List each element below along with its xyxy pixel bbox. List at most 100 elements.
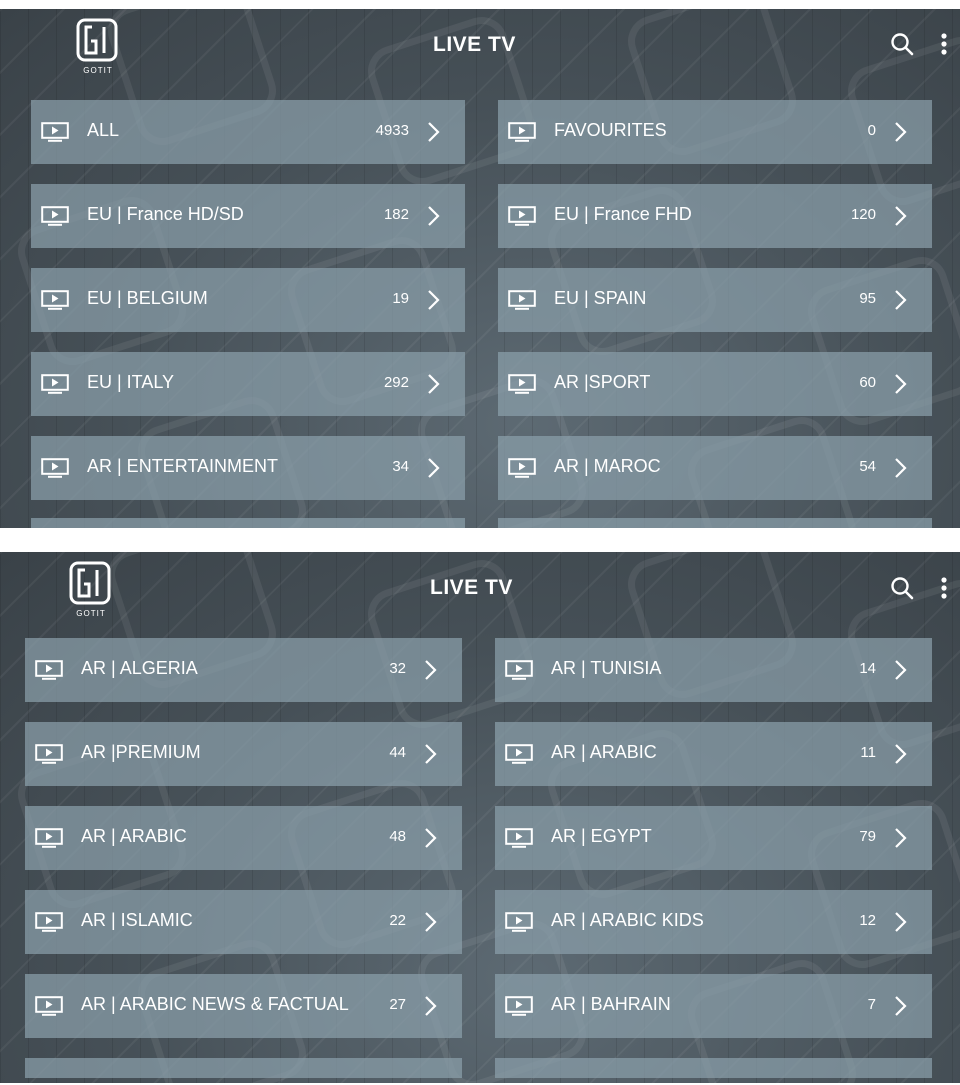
- tv-play-icon: [505, 828, 533, 848]
- category-label: AR | TUNISIA: [551, 658, 662, 678]
- app-header: GOTIT LIVE TV: [0, 9, 960, 89]
- chevron-right-icon: [894, 373, 908, 395]
- category-tile[interactable]: AR |SPORT 60: [498, 352, 932, 416]
- channel-count: 14: [859, 660, 876, 677]
- tv-play-icon: [41, 122, 69, 142]
- app-header: GOTIT LIVE TV: [0, 552, 960, 632]
- tv-play-icon: [35, 744, 63, 764]
- chevron-right-icon: [894, 457, 908, 479]
- category-tile[interactable]: EU | SPAIN 95: [498, 268, 932, 332]
- category-tile[interactable]: AR | EGYPT 79: [495, 806, 932, 870]
- category-tile[interactable]: AR | ARABIC 48: [25, 806, 462, 870]
- chevron-right-icon: [427, 289, 441, 311]
- more-vert-icon[interactable]: [940, 33, 948, 62]
- chevron-right-icon: [894, 911, 908, 933]
- search-icon[interactable]: [890, 32, 914, 61]
- category-label: AR | ARABIC NEWS & FACTUAL: [81, 994, 349, 1014]
- tv-play-icon: [41, 458, 69, 478]
- category-tile[interactable]: AR | BAHRAIN 7: [495, 974, 932, 1038]
- chevron-right-icon: [894, 995, 908, 1017]
- channel-count: 95: [859, 290, 876, 307]
- chevron-right-icon: [427, 457, 441, 479]
- chevron-right-icon: [894, 827, 908, 849]
- channel-count: 48: [389, 828, 406, 845]
- category-label: AR | ENTERTAINMENT: [87, 456, 279, 476]
- category-tile[interactable]: EU | ITALY 292: [31, 352, 465, 416]
- channel-count: 7: [867, 996, 876, 1013]
- category-label: AR | MAROC: [554, 456, 661, 476]
- category-tile[interactable]: AR | MAROC 54: [498, 436, 932, 500]
- category-tile[interactable]: AR | TUNISIA 14: [495, 638, 932, 702]
- category-tile[interactable]: AR | ISLAMIC 22: [25, 890, 462, 954]
- channel-count: 0: [867, 122, 876, 139]
- tv-play-icon: [505, 744, 533, 764]
- category-tile[interactable]: AR | ARABIC NEWS & FACTUAL 27: [25, 974, 462, 1038]
- tv-play-icon: [41, 374, 69, 394]
- category-label: AR |SPORT: [554, 372, 651, 392]
- chevron-right-icon: [427, 205, 441, 227]
- category-tile[interactable]: AR | ALGERIA 32: [25, 638, 462, 702]
- channel-count: 34: [392, 458, 409, 475]
- category-tile-partial[interactable]: [495, 1058, 932, 1078]
- channel-count: 4933: [375, 122, 409, 139]
- chevron-right-icon: [894, 205, 908, 227]
- category-tile-partial[interactable]: [31, 518, 465, 528]
- chevron-right-icon: [424, 995, 438, 1017]
- tv-play-icon: [35, 996, 63, 1016]
- more-vert-icon[interactable]: [940, 577, 948, 606]
- category-tile[interactable]: AR | ARABIC 11: [495, 722, 932, 786]
- live-tv-screen-bottom: GOTIT LIVE TV AR | ALGERIA 32 AR | TUNISIA 14…: [0, 552, 960, 1083]
- category-label: EU | BELGIUM: [87, 288, 208, 308]
- category-tile[interactable]: FAVOURITES 0: [498, 100, 932, 164]
- category-label: AR | ARABIC: [551, 742, 657, 762]
- category-tile[interactable]: ALL 4933: [31, 100, 465, 164]
- category-tile-partial[interactable]: [498, 518, 932, 528]
- category-tile[interactable]: EU | BELGIUM 19: [31, 268, 465, 332]
- category-label: AR | ISLAMIC: [81, 910, 193, 930]
- chevron-right-icon: [894, 289, 908, 311]
- tv-play-icon: [41, 206, 69, 226]
- tv-play-icon: [505, 912, 533, 932]
- page-title: LIVE TV: [433, 33, 516, 56]
- live-tv-screen-top: GOTIT LIVE TV ALL 4933 FAVOURITES 0 EU | Franc…: [0, 9, 960, 528]
- chevron-right-icon: [424, 743, 438, 765]
- category-label: AR |PREMIUM: [81, 742, 201, 762]
- channel-count: 19: [392, 290, 409, 307]
- page-title: LIVE TV: [430, 576, 513, 599]
- chevron-right-icon: [894, 743, 908, 765]
- chevron-right-icon: [894, 659, 908, 681]
- category-label: EU | France HD/SD: [87, 204, 244, 224]
- category-tile[interactable]: AR | ARABIC KIDS 12: [495, 890, 932, 954]
- category-label: ALL: [87, 120, 120, 140]
- tv-play-icon: [508, 206, 536, 226]
- category-label: AR | BAHRAIN: [551, 994, 671, 1014]
- chevron-right-icon: [424, 659, 438, 681]
- channel-count: 22: [389, 912, 406, 929]
- category-label: EU | ITALY: [87, 372, 175, 392]
- search-icon[interactable]: [890, 576, 914, 605]
- tv-play-icon: [508, 374, 536, 394]
- tv-play-icon: [35, 912, 63, 932]
- category-label: AR | ALGERIA: [81, 658, 198, 678]
- category-label: AR | ARABIC KIDS: [551, 910, 704, 930]
- chevron-right-icon: [427, 121, 441, 143]
- tv-play-icon: [508, 122, 536, 142]
- category-tile[interactable]: EU | France HD/SD 182: [31, 184, 465, 248]
- tv-play-icon: [508, 290, 536, 310]
- chevron-right-icon: [894, 121, 908, 143]
- tv-play-icon: [505, 996, 533, 1016]
- tv-play-icon: [35, 828, 63, 848]
- channel-count: 79: [859, 828, 876, 845]
- chevron-right-icon: [427, 373, 441, 395]
- category-tile[interactable]: AR |PREMIUM 44: [25, 722, 462, 786]
- category-label: EU | France FHD: [554, 204, 692, 224]
- channel-count: 27: [389, 996, 406, 1013]
- category-tile-partial[interactable]: [25, 1058, 462, 1078]
- channel-count: 12: [859, 912, 876, 929]
- category-tile[interactable]: EU | France FHD 120: [498, 184, 932, 248]
- category-label: FAVOURITES: [554, 120, 667, 140]
- channel-count: 32: [389, 660, 406, 677]
- gotit-logo: GOTIT: [67, 560, 115, 618]
- chevron-right-icon: [424, 827, 438, 849]
- category-tile[interactable]: AR | ENTERTAINMENT 34: [31, 436, 465, 500]
